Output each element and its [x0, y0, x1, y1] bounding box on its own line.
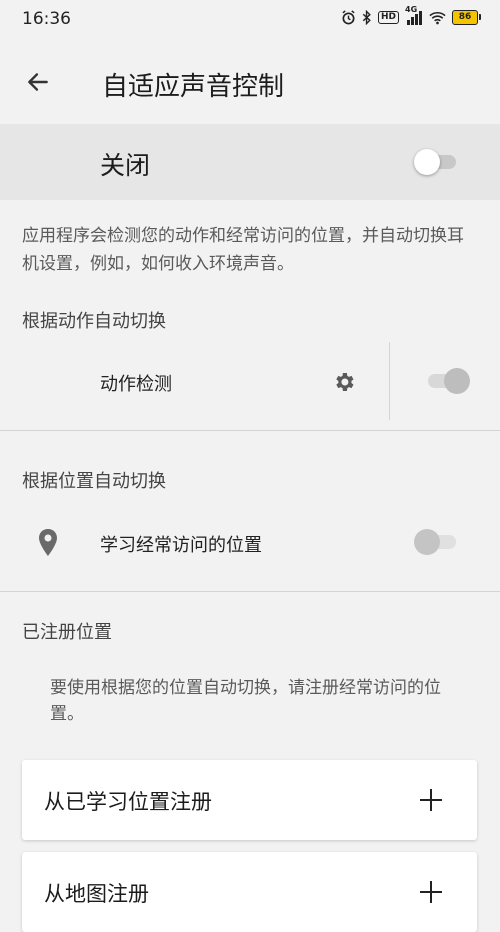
registered-section-header: 已注册位置 — [22, 622, 112, 643]
bluetooth-icon — [362, 10, 372, 25]
gear-icon[interactable] — [332, 370, 356, 394]
motion-detection-toggle[interactable] — [424, 366, 470, 396]
alarm-icon — [341, 10, 356, 25]
app-bar: 自适应声音控制 — [0, 40, 500, 124]
card-label: 从地图注册 — [44, 882, 149, 906]
card-label: 从已学习位置注册 — [44, 790, 212, 814]
vertical-divider — [389, 342, 390, 420]
status-time: 16:36 — [22, 9, 71, 29]
divider — [0, 591, 500, 592]
back-button[interactable] — [18, 62, 58, 102]
motion-detection-row[interactable]: 动作检测 — [0, 342, 389, 420]
motion-section-header: 根据动作自动切换 — [22, 311, 166, 332]
signal-icon: 4G — [405, 5, 423, 25]
location-section-header: 根据位置自动切换 — [22, 471, 166, 492]
learn-locations-toggle[interactable] — [414, 527, 460, 557]
feature-description: 应用程序会检测您的动作和经常访问的位置，并自动切换耳机设置，例如，如何收入环境声… — [22, 226, 464, 274]
wifi-icon — [429, 11, 446, 25]
toggle-thumb — [414, 529, 440, 555]
status-icons: HD 4G 86 — [341, 5, 481, 25]
battery-indicator: 86 — [452, 10, 481, 25]
back-arrow-icon — [28, 73, 48, 91]
master-toggle-row[interactable]: 关闭 — [0, 124, 500, 200]
network-type: 4G — [405, 4, 418, 14]
divider — [0, 430, 500, 431]
toggle-thumb — [444, 368, 470, 394]
plus-icon — [420, 789, 442, 811]
motion-detection-label: 动作检测 — [100, 374, 172, 395]
learn-locations-label: 学习经常访问的位置 — [100, 535, 262, 556]
master-toggle[interactable] — [414, 147, 460, 177]
plus-icon — [420, 881, 442, 903]
registered-section-note: 要使用根据您的位置自动切换，请注册经常访问的位置。 — [50, 678, 441, 724]
page-title: 自适应声音控制 — [102, 72, 285, 102]
register-from-learned-card[interactable]: 从已学习位置注册 — [22, 760, 477, 840]
status-bar: 16:36 HD 4G 86 — [0, 0, 500, 40]
toggle-thumb — [414, 149, 440, 175]
master-toggle-label: 关闭 — [100, 151, 151, 180]
register-from-map-card[interactable]: 从地图注册 — [22, 852, 477, 932]
hd-badge: HD — [377, 11, 399, 24]
